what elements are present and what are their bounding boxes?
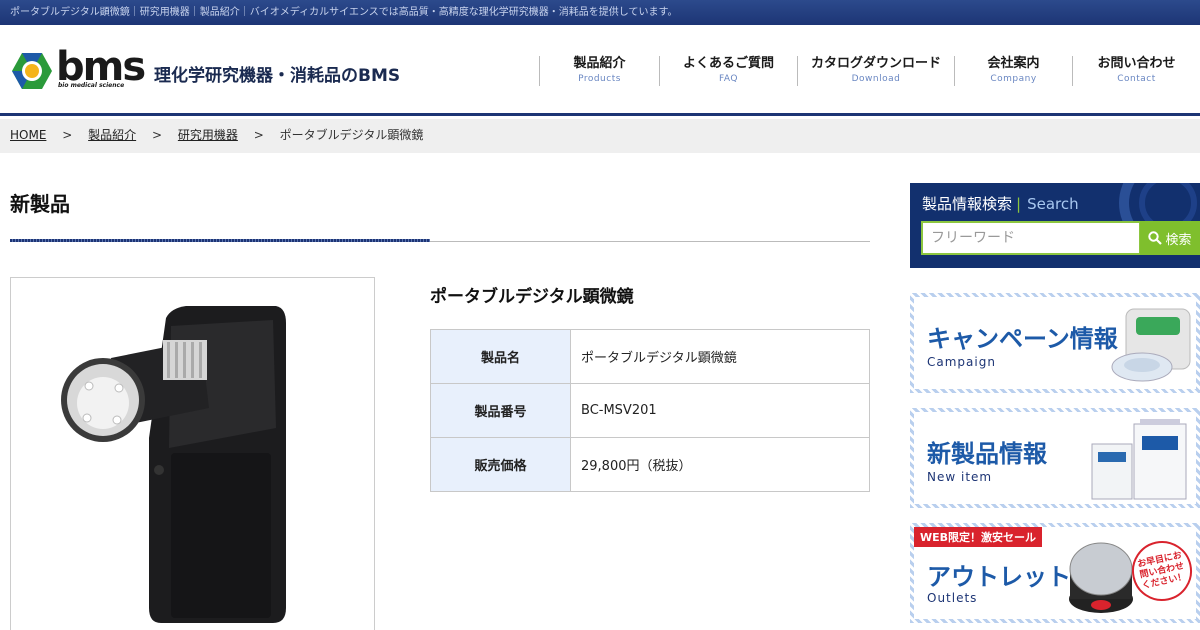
- breadcrumb-category-link[interactable]: 研究用機器: [178, 128, 238, 142]
- spec-label: 製品番号: [430, 383, 571, 438]
- logo-wordmark: bms: [56, 44, 146, 90]
- search-title-en: Search: [1027, 195, 1079, 213]
- breadcrumb-home-link[interactable]: HOME: [10, 128, 46, 142]
- banner-title: アウトレット: [927, 563, 1071, 591]
- contact-bubble: お早目にお問い合わせください！: [1126, 535, 1198, 607]
- breadcrumb-separator: >: [62, 128, 73, 142]
- breadcrumb-separator: >: [151, 128, 163, 142]
- spec-value: ポータブルデジタル顕微鏡: [570, 329, 870, 384]
- banner-subtitle: Campaign: [927, 355, 996, 369]
- search-input[interactable]: [921, 221, 1141, 255]
- spec-label: 製品名: [430, 329, 571, 384]
- outlet-banner[interactable]: WEB限定！激安セール アウトレット Outlets お早目にお問い合わせくださ…: [910, 523, 1200, 623]
- banner-subtitle: New item: [927, 470, 993, 484]
- site-tagline: 理化学研究機器・消耗品のBMS: [154, 66, 401, 86]
- new-item-banner[interactable]: 新製品情報 New item: [910, 408, 1200, 508]
- product-title: ポータブルデジタル顕微鏡: [430, 287, 634, 307]
- site-logo[interactable]: bms bio medical science: [10, 44, 146, 93]
- spec-value: BC-MSV201: [570, 383, 870, 438]
- nav-sublabel: Company: [990, 74, 1037, 84]
- nav-item-contact[interactable]: お問い合わせ Contact: [1072, 56, 1200, 86]
- lab-device-image: [1111, 308, 1191, 382]
- nav-item-company[interactable]: 会社案内 Company: [954, 56, 1072, 86]
- search-button-label: 検索: [1165, 232, 1192, 248]
- nav-item-download[interactable]: カタログダウンロード Download: [797, 56, 954, 86]
- table-row: 製品番号 BC-MSV201: [430, 383, 870, 438]
- contact-bubble-text: お早目にお問い合わせください！: [1136, 550, 1188, 591]
- campaign-banner[interactable]: キャンペーン情報 Campaign: [910, 293, 1200, 393]
- nav-sublabel: Download: [851, 74, 901, 84]
- breadcrumb-products-link[interactable]: 製品紹介: [88, 128, 136, 142]
- table-row: 製品名 ポータブルデジタル顕微鏡: [430, 329, 870, 384]
- section-title: 新製品: [10, 192, 70, 216]
- product-spec-table: 製品名 ポータブルデジタル顕微鏡 製品番号 BC-MSV201 販売価格 29,…: [430, 329, 870, 492]
- search-button[interactable]: 検索: [1140, 221, 1200, 255]
- breadcrumb-current: ポータブルデジタル顕微鏡: [279, 128, 424, 142]
- site-header: bms bio medical science 理化学研究機器・消耗品のBMS …: [0, 25, 1200, 116]
- centrifuge-image: [1069, 542, 1133, 613]
- nav-sublabel: Contact: [1117, 74, 1156, 84]
- spec-value: 29,800円（税抜）: [570, 437, 870, 492]
- nav-label: カタログダウンロード: [810, 56, 941, 71]
- lab-equipment-image: [1091, 419, 1187, 500]
- nav-item-faq[interactable]: よくあるご質問 FAQ: [659, 56, 797, 86]
- nav-label: 製品紹介: [573, 56, 626, 71]
- global-nav: 製品紹介 Products よくあるご質問 FAQ カタログダウンロード Dow…: [539, 56, 1200, 86]
- banner-subtitle: Outlets: [927, 591, 978, 605]
- search-title-jp: 製品情報検索: [922, 195, 1013, 213]
- search-title-divider: |: [1016, 195, 1022, 213]
- nav-item-products[interactable]: 製品紹介 Products: [539, 56, 659, 86]
- product-search-panel: 製品情報検索| Search 検索: [910, 183, 1200, 268]
- nav-label: お問い合わせ: [1097, 56, 1176, 71]
- logo-hexagon-icon: [10, 49, 54, 93]
- table-row: 販売価格 29,800円（税抜）: [430, 437, 870, 492]
- banner-title: 新製品情報: [927, 440, 1047, 468]
- nav-sublabel: FAQ: [719, 74, 738, 84]
- breadcrumb-separator: >: [253, 128, 264, 142]
- microscope-image: [61, 306, 286, 623]
- nav-label: よくあるご質問: [682, 56, 774, 71]
- banner-title: キャンペーン情報: [927, 325, 1118, 353]
- title-divider: [10, 239, 870, 242]
- product-photo: [10, 277, 375, 630]
- top-info-bar: ポータブルデジタル顕微鏡｜研究用機器｜製品紹介｜バイオメディカルサイエンスでは高…: [0, 0, 1200, 25]
- spec-label: 販売価格: [430, 437, 571, 492]
- breadcrumb: HOME > 製品紹介 > 研究用機器 > ポータブルデジタル顕微鏡: [0, 119, 1200, 153]
- search-title: 製品情報検索 | Search: [922, 193, 1079, 214]
- web-sale-badge: WEB限定！激安セール: [914, 527, 1043, 547]
- nav-label: 会社案内: [987, 56, 1040, 71]
- nav-sublabel: Products: [578, 74, 621, 84]
- search-icon: [1148, 231, 1163, 245]
- logo-subtext: bio medical science: [58, 82, 125, 89]
